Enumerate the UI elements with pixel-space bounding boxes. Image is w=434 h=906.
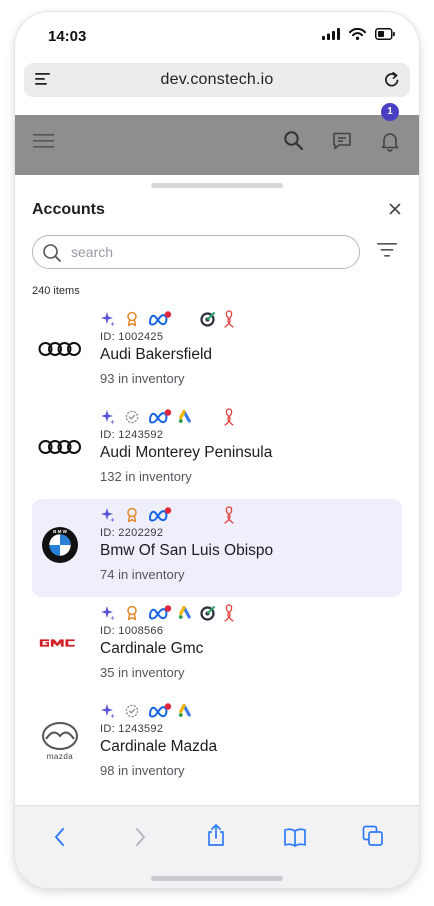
search-icon[interactable] — [283, 130, 305, 152]
close-icon[interactable] — [389, 203, 401, 215]
sheet-grabber[interactable] — [151, 183, 283, 188]
inventory-count: 35 in inventory — [100, 665, 185, 680]
account-row[interactable]: ID: 1002425 Audi Bakersfield 93 in invento… — [32, 303, 402, 401]
sparkle-icon — [100, 505, 116, 525]
award-icon — [125, 603, 139, 623]
forward-icon[interactable] — [133, 827, 147, 847]
accounts-sheet: Accounts 240 items ID: 1002425 Audi Baker… — [15, 175, 419, 805]
integration-icons — [100, 701, 270, 721]
gmc-logo — [38, 621, 82, 665]
award-icon — [125, 309, 139, 329]
search-input[interactable] — [71, 242, 341, 262]
account-row[interactable]: ID: 1008566 Cardinale Gmc 35 in inventory — [32, 597, 402, 695]
browser-address-bar[interactable]: dev.constech.io — [24, 63, 410, 97]
google-ads-icon — [178, 407, 194, 427]
svg-text:mazda: mazda — [47, 752, 74, 761]
account-name: Audi Bakersfield — [100, 346, 213, 363]
battery-icon — [375, 28, 395, 40]
inventory-count: 98 in inventory — [100, 763, 185, 778]
back-icon[interactable] — [53, 827, 67, 847]
google-ads-icon — [178, 603, 194, 623]
meta-icon — [148, 603, 172, 623]
meta-icon — [148, 309, 172, 329]
ribbon-icon — [223, 309, 235, 329]
share-icon[interactable] — [206, 823, 226, 847]
meta-icon — [148, 505, 172, 525]
reload-icon[interactable] — [384, 71, 400, 88]
target-icon — [200, 309, 216, 329]
tabs-icon[interactable] — [362, 825, 384, 847]
target-icon — [200, 603, 216, 623]
status-icons — [322, 28, 395, 40]
status-time: 14:03 — [48, 28, 87, 45]
svg-text:B M W: B M W — [53, 529, 67, 534]
sparkle-icon — [100, 309, 116, 329]
sheet-title: Accounts — [32, 201, 105, 218]
sparkle-icon — [100, 603, 116, 623]
sparkle-icon — [100, 407, 116, 427]
notification-bell-icon[interactable] — [379, 130, 401, 152]
account-name: Audi Monterey Peninsula — [100, 444, 273, 461]
sparkle-icon — [100, 701, 116, 721]
integration-icons — [100, 603, 270, 623]
ribbon-icon — [223, 505, 235, 525]
items-count: 240 items — [32, 285, 80, 297]
account-name: Bmw Of San Luis Obispo — [100, 542, 274, 559]
browser-domain[interactable]: dev.constech.io — [24, 71, 410, 89]
integration-icons — [100, 407, 270, 427]
badge-check-icon — [125, 407, 139, 427]
account-row[interactable]: B M W ID: 2202292 Bmw Of San Luis Obispo 74… — [32, 499, 402, 597]
search-icon — [43, 244, 61, 262]
audi-logo — [38, 425, 82, 469]
integration-icons — [100, 505, 270, 525]
wifi-icon — [349, 28, 366, 40]
hamburger-menu-icon[interactable] — [33, 132, 55, 150]
inventory-count: 93 in inventory — [100, 371, 185, 386]
account-name: Cardinale Gmc — [100, 640, 204, 657]
bookmarks-icon[interactable] — [283, 827, 307, 847]
ribbon-icon — [223, 407, 235, 427]
search-field[interactable] — [32, 235, 360, 269]
message-icon[interactable] — [331, 130, 353, 152]
account-name: Cardinale Mazda — [100, 738, 218, 755]
account-row[interactable]: mazda ID: 1243592 Cardinale Mazda 98 in inv… — [32, 695, 402, 793]
app-header — [15, 115, 419, 175]
notification-badge: 1 — [381, 103, 399, 121]
meta-icon — [148, 701, 172, 721]
account-id: ID: 1002425 — [100, 331, 164, 343]
meta-icon — [148, 407, 172, 427]
integration-icons — [100, 309, 270, 329]
signal-icon — [322, 28, 340, 40]
inventory-count: 74 in inventory — [100, 567, 185, 582]
account-id: ID: 1243592 — [100, 429, 164, 441]
account-id: ID: 2202292 — [100, 527, 164, 539]
ribbon-icon — [223, 603, 235, 623]
phone-frame: 14:03 dev.constech.io 1 Accounts search … — [15, 12, 419, 888]
mazda-logo: mazda — [38, 719, 82, 763]
bmw-logo: B M W — [38, 523, 82, 567]
status-bar: 14:03 — [15, 12, 419, 58]
account-row[interactable]: ID: 1243592 Audi Monterey Peninsula 132 in… — [32, 401, 402, 499]
inventory-count: 132 in inventory — [100, 469, 192, 484]
filter-icon[interactable] — [377, 242, 397, 258]
home-indicator — [151, 876, 283, 881]
account-id: ID: 1008566 — [100, 625, 164, 637]
accounts-list: ID: 1002425 Audi Bakersfield 93 in invento… — [32, 303, 402, 793]
badge-check-icon — [125, 701, 139, 721]
google-ads-icon — [178, 701, 194, 721]
account-id: ID: 1243592 — [100, 723, 164, 735]
audi-logo — [38, 327, 82, 371]
award-icon — [125, 505, 139, 525]
